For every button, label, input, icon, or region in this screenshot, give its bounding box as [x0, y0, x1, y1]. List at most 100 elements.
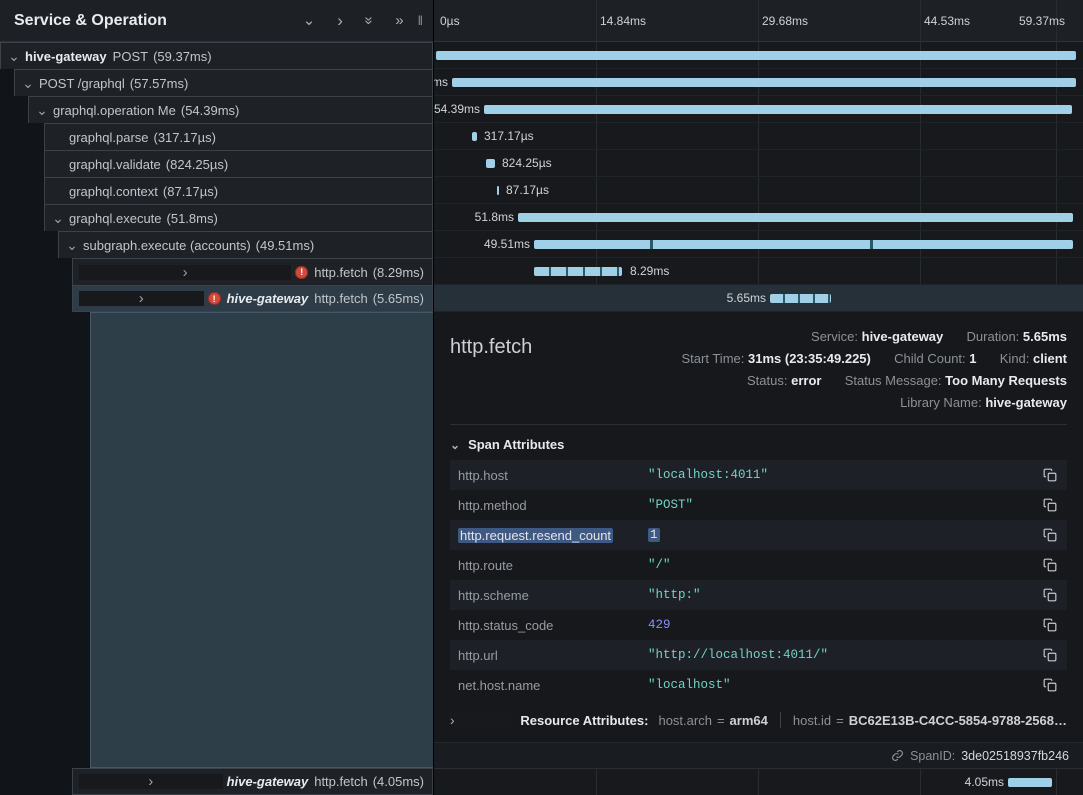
gridline	[1056, 769, 1057, 795]
timeline-row[interactable]: 54.39ms	[434, 96, 1083, 123]
operation-name: subgraph.execute (accounts)	[83, 238, 251, 253]
span-bar[interactable]	[518, 213, 1073, 222]
timeline-row[interactable]: 57.57ms	[434, 69, 1083, 96]
span-bar[interactable]	[472, 132, 477, 141]
divider	[450, 424, 1067, 425]
link-icon[interactable]	[891, 749, 904, 762]
copy-icon[interactable]	[1041, 556, 1059, 574]
resource-attributes-row[interactable]: Resource Attributes: host.arch = arm64 h…	[450, 712, 1067, 728]
tree-row[interactable]: http.fetch (8.29ms)	[72, 258, 433, 285]
tree-row[interactable]: subgraph.execute (accounts) (49.51ms)	[58, 231, 433, 258]
span-attributes-heading: Span Attributes	[468, 437, 564, 452]
gridline	[920, 0, 921, 41]
copy-icon[interactable]	[1041, 526, 1059, 544]
resource-attr-key: host.arch	[658, 713, 711, 728]
timeline-row[interactable]: 49.51ms	[434, 231, 1083, 258]
timeline-row[interactable]: 317.17µs	[434, 123, 1083, 150]
expand-chevron-icon[interactable]	[79, 291, 204, 306]
span-duration: (54.39ms)	[181, 103, 240, 118]
operation-name: http.fetch	[314, 774, 367, 789]
copy-icon[interactable]	[1041, 496, 1059, 514]
tree-row[interactable]: graphql.validate (824.25µs)	[44, 150, 433, 177]
span-bar[interactable]	[436, 51, 1076, 60]
chevron-right-icon[interactable]	[337, 12, 343, 29]
tree-row[interactable]: graphql.operation Me (54.39ms)	[28, 96, 433, 123]
attribute-value: "http://localhost:4011/"	[648, 648, 1041, 662]
tree-row[interactable]: hive-gateway POST (59.37ms)	[0, 42, 433, 69]
copy-icon[interactable]	[1041, 676, 1059, 694]
double-chevron-right-icon[interactable]	[395, 13, 403, 28]
operation-name: graphql.validate	[69, 157, 161, 172]
attribute-row[interactable]: net.host.name "localhost"	[450, 670, 1067, 700]
timeline-row[interactable]: 51.8ms	[434, 204, 1083, 231]
timeline-row[interactable]: 87.17µs	[434, 177, 1083, 204]
attribute-row[interactable]: http.status_code 429	[450, 610, 1067, 640]
span-attributes-toggle[interactable]: Span Attributes	[450, 435, 1067, 460]
panel-resize-handle[interactable]	[418, 13, 425, 28]
span-bar[interactable]	[1008, 778, 1052, 787]
attribute-row[interactable]: http.host "localhost:4011"	[450, 460, 1067, 490]
collapse-chevron-icon[interactable]	[21, 76, 35, 90]
resource-attributes-heading: Resource Attributes:	[520, 713, 648, 728]
expand-chevron-icon[interactable]	[79, 774, 223, 789]
tree-row[interactable]: graphql.context (87.17µs)	[44, 177, 433, 204]
span-bar[interactable]	[534, 267, 622, 276]
span-duration: (49.51ms)	[256, 238, 315, 253]
span-bar[interactable]	[486, 159, 495, 168]
attribute-value: "http:"	[648, 588, 1041, 602]
attribute-key: http.method	[458, 498, 648, 513]
timeline-row-selected[interactable]: 5.65ms	[434, 285, 1083, 312]
kind-value: client	[1033, 351, 1067, 366]
expand-chevron-icon[interactable]	[79, 265, 291, 280]
span-id-value: 3de02518937fb246	[961, 749, 1069, 763]
span-duration-label: 8.29ms	[630, 258, 669, 285]
chevron-down-icon[interactable]	[303, 13, 316, 28]
span-bar[interactable]	[484, 105, 1072, 114]
span-detail-panel: http.fetch Service: hive-gateway Duratio…	[434, 312, 1083, 768]
tree-row-selected[interactable]: hive-gateway http.fetch (5.65ms)	[72, 285, 433, 312]
attribute-row[interactable]: http.route "/"	[450, 550, 1067, 580]
attribute-value: 1	[648, 528, 660, 542]
attribute-value: 429	[648, 618, 1041, 632]
copy-icon[interactable]	[1041, 466, 1059, 484]
collapse-chevron-icon[interactable]	[65, 238, 79, 252]
timeline-row[interactable]: 8.29ms	[434, 258, 1083, 285]
service-label: Service:	[811, 329, 858, 344]
attribute-row[interactable]: http.method "POST"	[450, 490, 1067, 520]
tree-row[interactable]: POST /graphql (57.57ms)	[14, 69, 433, 96]
collapse-chevron-icon[interactable]	[51, 211, 65, 225]
operation-name: graphql.parse	[69, 130, 149, 145]
attribute-row[interactable]: http.request.resend_count 1	[450, 520, 1067, 550]
tree-row[interactable]: graphql.parse (317.17µs)	[44, 123, 433, 150]
timeline-row[interactable]: 824.25µs	[434, 150, 1083, 177]
span-id-label: SpanID:	[910, 749, 955, 763]
resource-attr-key: host.id	[793, 713, 831, 728]
gridline	[596, 0, 597, 41]
timeline-row[interactable]	[434, 42, 1083, 69]
span-bar[interactable]	[452, 78, 1076, 87]
ruler-tick-label: 59.37ms	[1019, 0, 1065, 42]
gridline	[758, 0, 759, 41]
timeline-panel: 0µs 14.84ms 29.68ms 44.53ms 59.37ms 57.5…	[434, 0, 1083, 795]
copy-icon[interactable]	[1041, 646, 1059, 664]
attribute-row[interactable]: http.url "http://localhost:4011/"	[450, 640, 1067, 670]
gridline	[758, 769, 759, 795]
tree-row[interactable]: hive-gateway http.fetch (4.05ms)	[72, 768, 433, 795]
copy-icon[interactable]	[1041, 616, 1059, 634]
copy-icon[interactable]	[1041, 586, 1059, 604]
tree-row[interactable]: graphql.execute (51.8ms)	[44, 204, 433, 231]
span-bar[interactable]	[497, 186, 499, 195]
collapse-chevron-icon[interactable]	[7, 49, 21, 63]
attribute-row[interactable]: http.scheme "http:"	[450, 580, 1067, 610]
service-name: hive-gateway	[227, 291, 309, 306]
attribute-key: http.url	[458, 648, 648, 663]
double-chevron-down-icon[interactable]	[362, 16, 377, 24]
library-name-value: hive-gateway	[985, 395, 1067, 410]
span-bar[interactable]	[534, 240, 1073, 249]
span-duration: (824.25µs)	[166, 157, 228, 172]
span-bar[interactable]	[770, 294, 831, 303]
collapse-chevron-icon[interactable]	[35, 103, 49, 117]
timeline-row[interactable]: 4.05ms	[434, 768, 1083, 795]
divider	[780, 712, 781, 728]
status-value: error	[791, 373, 821, 388]
